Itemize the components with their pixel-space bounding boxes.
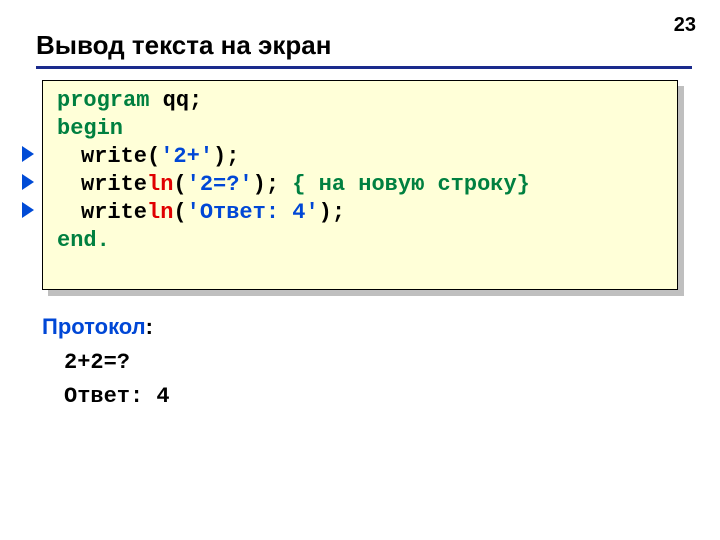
code-line-2: begin xyxy=(57,115,667,143)
keyword-end: end. xyxy=(57,228,110,253)
keyword-begin: begin xyxy=(57,116,123,141)
open-paren: ( xyxy=(173,172,186,197)
fn-write-prefix: write xyxy=(81,172,147,197)
keyword-program: program xyxy=(57,88,163,113)
slide: 23 Вывод текста на экран program qq; beg… xyxy=(0,0,720,540)
output-line-2: Ответ: 4 xyxy=(64,384,170,409)
protocol-colon: : xyxy=(146,314,153,339)
fn-ln-suffix: ln xyxy=(147,172,173,197)
code-line-4: writeln('2=?'); { на новую строку} xyxy=(57,171,667,199)
open-paren: ( xyxy=(173,200,186,225)
page-title: Вывод текста на экран xyxy=(36,30,331,61)
comment: { на новую строку} xyxy=(292,172,530,197)
close-paren: ); xyxy=(253,172,293,197)
code-box: program qq; begin write('2+'); writeln('… xyxy=(42,80,678,290)
fn-write-prefix: write xyxy=(81,200,147,225)
program-name: qq xyxy=(163,88,189,113)
pointer-icon xyxy=(22,174,34,190)
title-rule xyxy=(36,66,692,69)
page-number: 23 xyxy=(674,14,696,37)
code-line-1: program qq; xyxy=(57,87,667,115)
string-literal: 'Ответ: 4' xyxy=(187,200,319,225)
fn-write: write( xyxy=(81,144,160,169)
output-line-1: 2+2=? xyxy=(64,350,130,375)
semicolon: ; xyxy=(189,88,202,113)
protocol-word: Протокол xyxy=(42,314,146,339)
string-literal: '2+' xyxy=(160,144,213,169)
protocol-label: Протокол: xyxy=(42,314,153,340)
code-line-3: write('2+'); xyxy=(57,143,667,171)
close-paren: ); xyxy=(213,144,239,169)
fn-ln-suffix: ln xyxy=(147,200,173,225)
code-line-6: end. xyxy=(57,227,667,255)
string-literal: '2=?' xyxy=(187,172,253,197)
close-paren: ); xyxy=(319,200,345,225)
code-line-5: writeln('Ответ: 4'); xyxy=(57,199,667,227)
pointer-icon xyxy=(22,202,34,218)
pointer-icon xyxy=(22,146,34,162)
